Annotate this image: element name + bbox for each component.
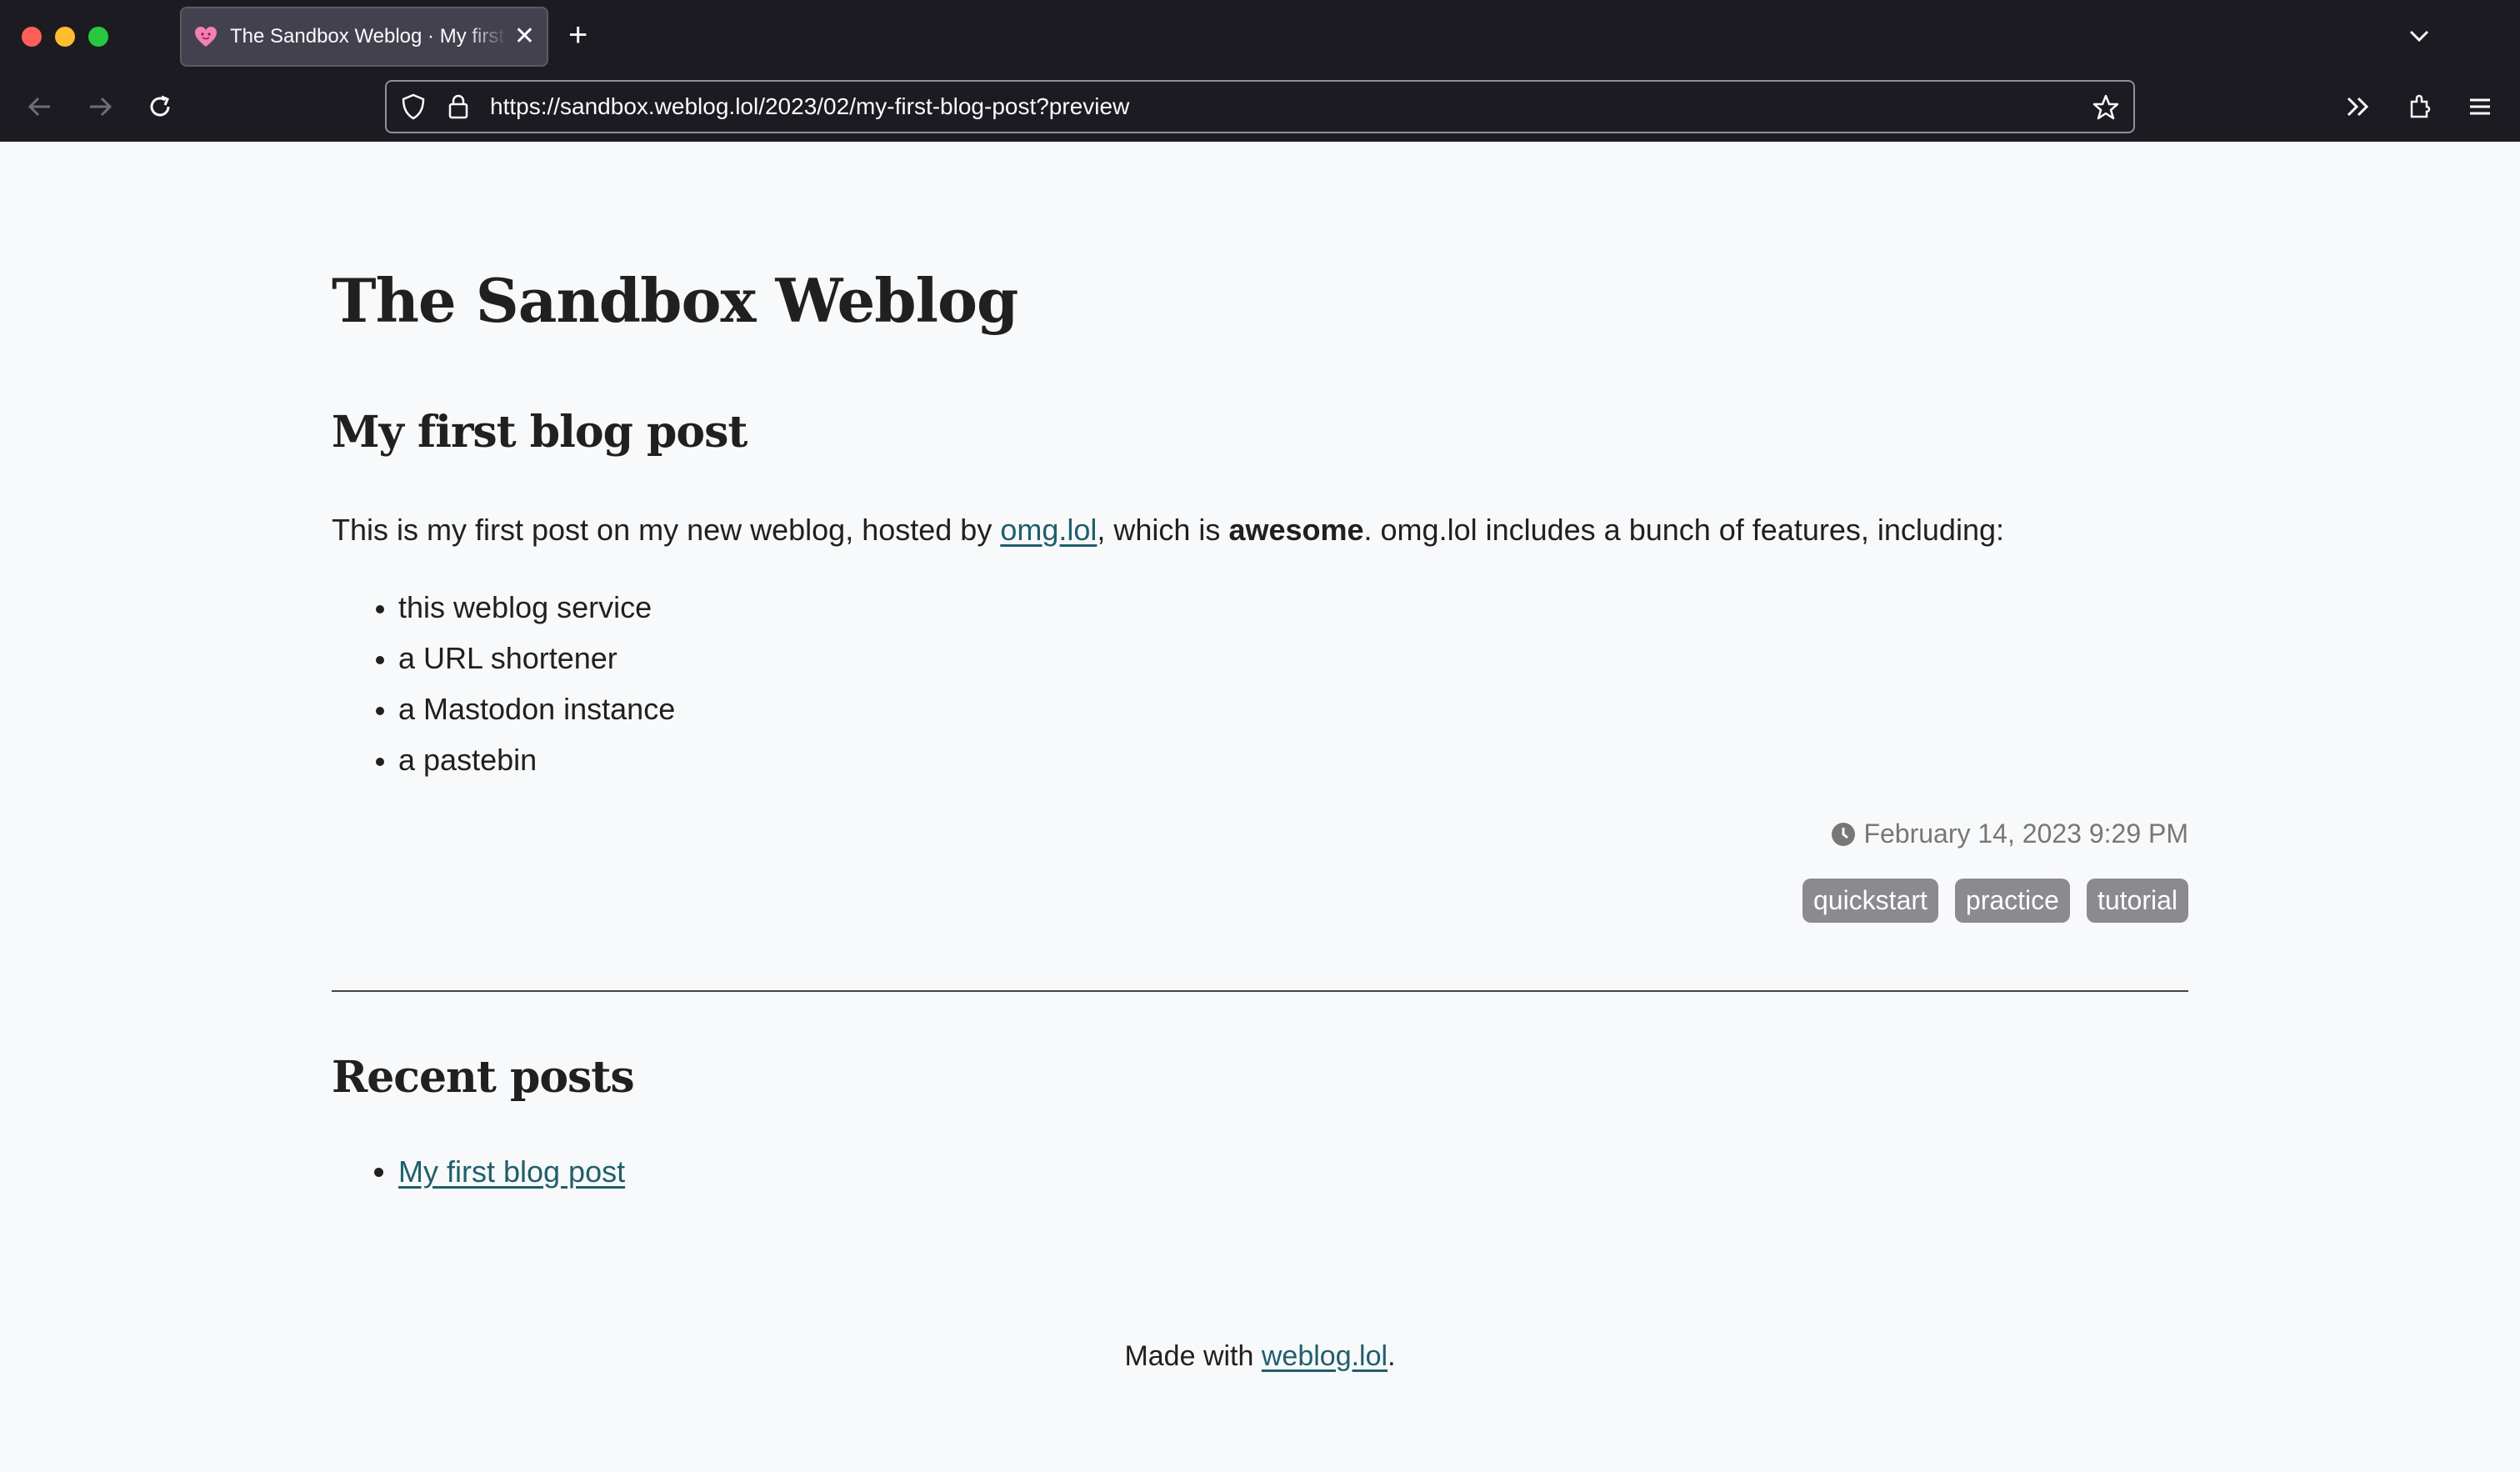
post-intro-paragraph: This is my first post on my new weblog, … xyxy=(332,505,2004,555)
recent-posts-list: My first blog post xyxy=(332,1147,625,1197)
footer-suffix: . xyxy=(1388,1340,1396,1372)
list-item: this weblog service xyxy=(398,582,675,633)
list-item: a Mastodon instance xyxy=(398,683,675,734)
url-text[interactable]: https://sandbox.weblog.lol/2023/02/my-fi… xyxy=(490,93,1129,120)
lock-icon[interactable] xyxy=(447,93,470,121)
post-date: February 14, 2023 9:29 PM xyxy=(1830,819,2188,849)
heart-favicon-icon xyxy=(195,27,217,47)
tab-title: The Sandbox Weblog · My first blog post xyxy=(230,25,508,48)
browser-chrome: The Sandbox Weblog · My first blog post … xyxy=(0,0,2520,142)
post-date-text: February 14, 2023 9:29 PM xyxy=(1863,819,2188,849)
zoom-window-button[interactable] xyxy=(88,27,108,47)
feature-list: this weblog service a URL shortener a Ma… xyxy=(332,582,675,785)
list-item: My first blog post xyxy=(398,1147,625,1197)
tag-quickstart[interactable]: quickstart xyxy=(1802,879,1938,923)
close-tab-icon[interactable]: ✕ xyxy=(514,24,535,49)
list-item: a pastebin xyxy=(398,734,675,785)
intro-suffix: . omg.lol includes a bunch of features, … xyxy=(1363,513,2004,547)
clock-icon xyxy=(1832,822,1856,846)
bookmark-star-icon[interactable] xyxy=(2092,93,2120,122)
forward-arrow-icon[interactable] xyxy=(85,92,115,122)
tag-practice[interactable]: practice xyxy=(1954,879,2070,923)
tab-list-chevron-icon[interactable] xyxy=(2407,23,2432,48)
close-window-button[interactable] xyxy=(22,27,42,47)
hamburger-menu-icon[interactable] xyxy=(2465,92,2495,122)
shield-icon[interactable] xyxy=(400,93,427,121)
weblog-lol-link[interactable]: weblog.lol xyxy=(1262,1340,1388,1372)
active-tab[interactable]: The Sandbox Weblog · My first blog post … xyxy=(180,7,548,67)
recent-post-link[interactable]: My first blog post xyxy=(398,1154,625,1189)
divider xyxy=(332,990,2188,992)
list-item: a URL shortener xyxy=(398,633,675,683)
back-arrow-icon[interactable] xyxy=(25,92,55,122)
footer: Made with weblog.lol. xyxy=(332,1340,2188,1373)
recent-posts-heading: Recent posts xyxy=(332,1052,635,1103)
new-tab-icon[interactable]: + xyxy=(568,18,588,52)
footer-prefix: Made with xyxy=(1124,1340,1262,1372)
extensions-puzzle-icon[interactable] xyxy=(2405,92,2435,122)
omg-lol-link[interactable]: omg.lol xyxy=(1000,513,1097,547)
address-bar[interactable]: https://sandbox.weblog.lol/2023/02/my-fi… xyxy=(385,80,2135,133)
intro-bold: awesome xyxy=(1228,513,1364,547)
minimize-window-button[interactable] xyxy=(55,27,75,47)
tag-list: quickstart practice tutorial xyxy=(1802,879,2188,923)
site-title[interactable]: The Sandbox Weblog xyxy=(332,265,1018,336)
intro-prefix: This is my first post on my new weblog, … xyxy=(332,513,1001,547)
tag-tutorial[interactable]: tutorial xyxy=(2086,879,2188,923)
post-title: My first blog post xyxy=(332,407,748,458)
reload-icon[interactable] xyxy=(145,92,175,122)
overflow-chevrons-icon[interactable] xyxy=(2343,92,2373,122)
intro-middle: , which is xyxy=(1097,513,1229,547)
